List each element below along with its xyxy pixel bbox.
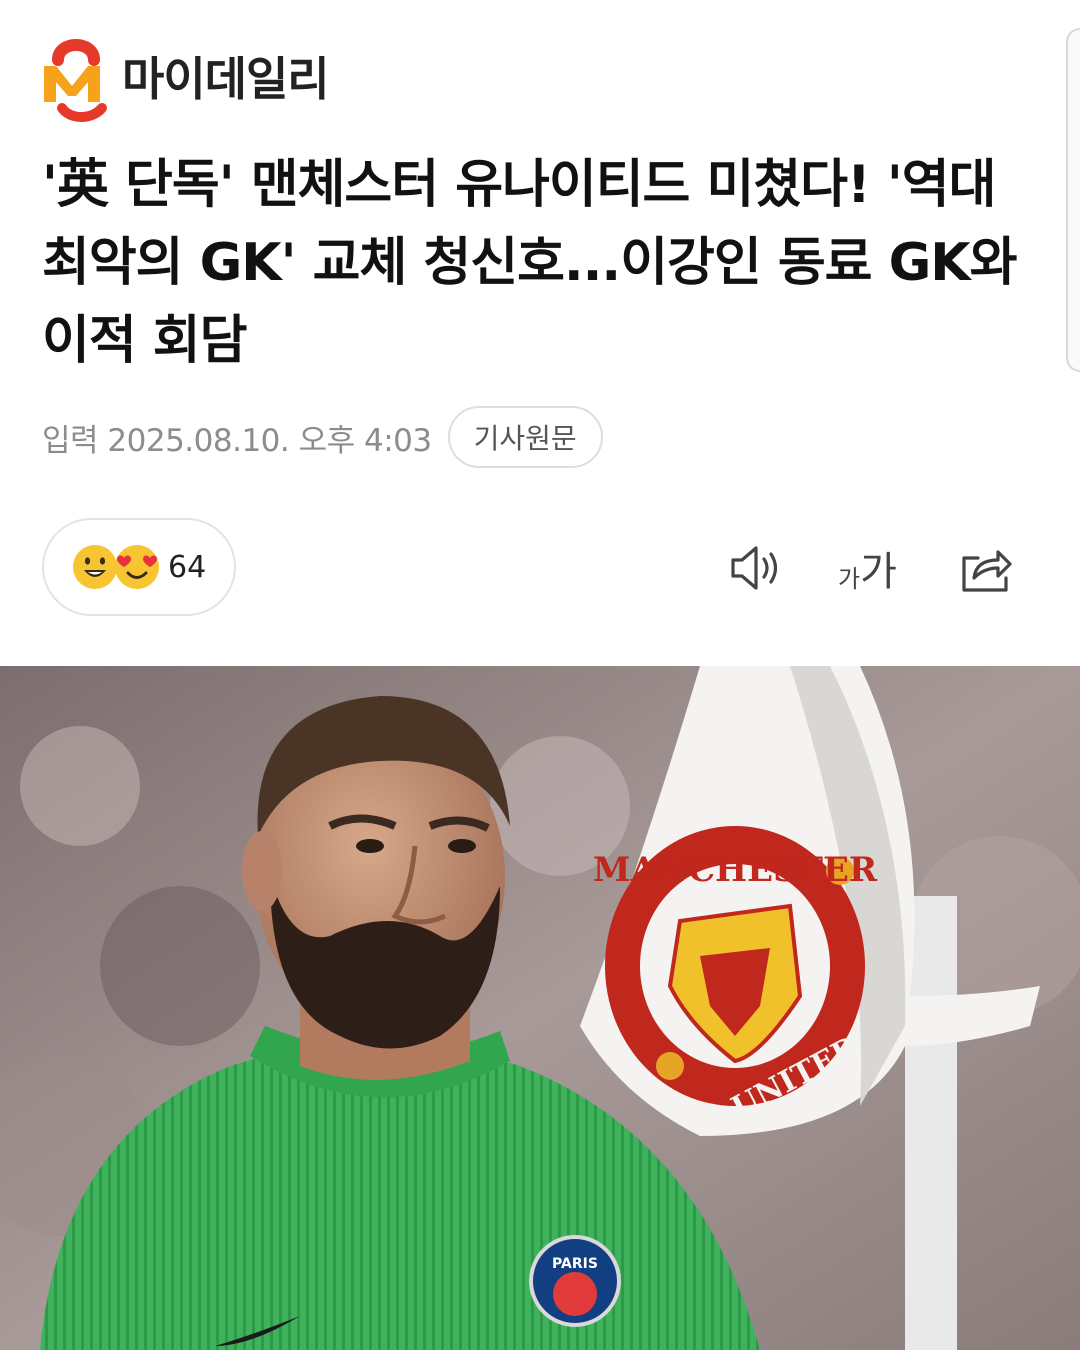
published-date: 입력 2025.08.10. 오후 4:03	[42, 422, 432, 459]
reaction-count: 64	[168, 549, 207, 585]
crest-top-text: MANCHESTER	[593, 850, 878, 890]
heart-eyes-emoji-icon	[115, 545, 159, 589]
article-photo-art: MANCHESTER UNITED PARIS	[0, 666, 1080, 1350]
font-size-small-label: 가	[838, 565, 861, 593]
reaction-button[interactable]: 64	[42, 518, 236, 616]
article-photo: MANCHESTER UNITED PARIS	[0, 666, 1080, 1350]
site-name: 마이데일리	[122, 52, 330, 106]
smile-emoji-icon	[73, 545, 117, 589]
site-logo[interactable]: 마이데일리	[40, 30, 330, 122]
share-icon[interactable]	[958, 540, 1014, 596]
scrollbar-edge[interactable]	[1066, 28, 1080, 372]
psg-badge-text: PARIS	[552, 1256, 598, 1272]
logo-mark-icon	[44, 39, 107, 122]
speaker-icon[interactable]	[728, 540, 784, 596]
original-article-button[interactable]: 기사원문	[447, 406, 603, 468]
article-meta: 입력 2025.08.10. 오후 4:03 기사원문	[42, 406, 603, 468]
font-size-large-label: 가	[860, 549, 897, 595]
font-size-icon[interactable]: 가 가	[838, 538, 908, 594]
article-title: '英 단독' 맨체스터 유나이티드 미쳤다! '역대 최악의 GK' 교체 청신…	[42, 155, 1017, 371]
